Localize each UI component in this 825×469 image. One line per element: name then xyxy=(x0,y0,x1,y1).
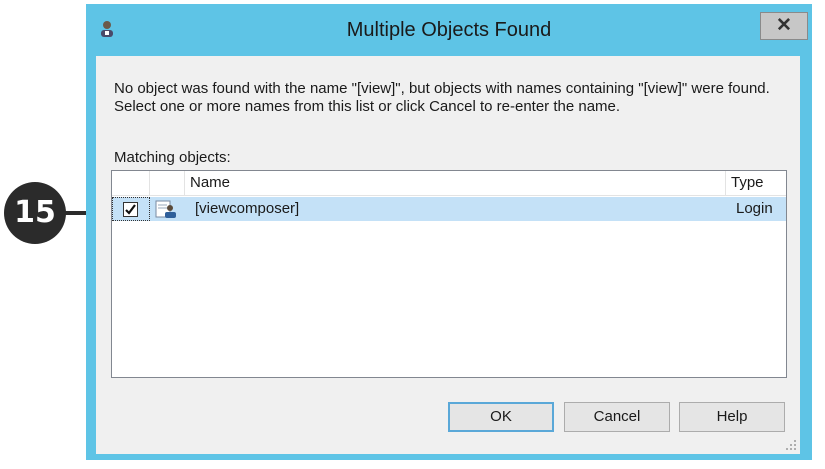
header-name-column[interactable]: Name xyxy=(185,171,726,195)
window-title: Multiple Objects Found xyxy=(346,19,552,41)
multiple-objects-dialog: Multiple Objects Found ✕ No object was f… xyxy=(86,4,812,460)
list-row[interactable]: [viewcomposer] Login xyxy=(112,197,786,221)
row-check-cell[interactable] xyxy=(112,197,150,221)
header-type-column[interactable]: Type xyxy=(726,171,786,195)
header-icon-column[interactable] xyxy=(150,171,185,195)
close-button[interactable]: ✕ xyxy=(760,12,808,40)
resize-grip-icon[interactable] xyxy=(785,439,797,451)
help-button[interactable]: Help xyxy=(679,402,785,432)
row-checkbox[interactable] xyxy=(123,202,138,217)
dialog-body: No object was found with the name "[view… xyxy=(96,56,800,454)
ok-button[interactable]: OK xyxy=(448,402,554,432)
matching-objects-label: Matching objects: xyxy=(114,149,231,166)
row-type-cell: Login xyxy=(736,200,773,217)
login-user-icon xyxy=(155,200,176,218)
title-bar[interactable]: Multiple Objects Found ✕ xyxy=(86,4,812,56)
matching-objects-list[interactable]: Name Type [viewcomposer] Login xyxy=(111,170,787,378)
row-name-cell: [viewcomposer] xyxy=(195,200,300,217)
info-message: No object was found with the name "[view… xyxy=(114,80,770,115)
list-header: Name Type xyxy=(112,171,786,196)
header-check-column[interactable] xyxy=(112,171,150,195)
checkmark-icon xyxy=(125,204,136,215)
cancel-button[interactable]: Cancel xyxy=(564,402,670,432)
step-callout-badge: 15 xyxy=(4,182,66,244)
